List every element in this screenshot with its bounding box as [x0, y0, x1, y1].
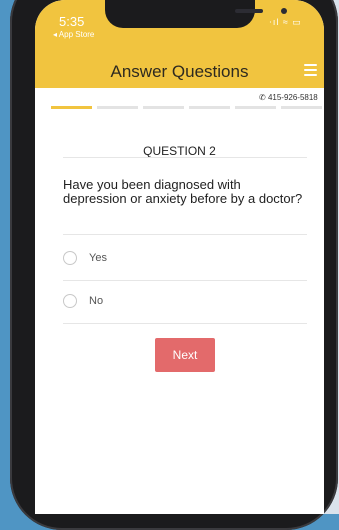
app-header: 5:35 ◂ App Store ⋅ıl ≈ ▭ Answer Question… — [35, 0, 324, 88]
divider — [63, 157, 307, 158]
next-button[interactable]: Next — [155, 338, 215, 372]
status-icons: ⋅ıl ≈ ▭ — [269, 17, 302, 27]
phone-icon: ✆ — [259, 93, 266, 102]
option-no[interactable]: No — [63, 292, 243, 310]
option-yes[interactable]: Yes — [63, 249, 243, 267]
page-title: Answer Questions — [110, 62, 249, 81]
question-text: Have you been diagnosed with depression … — [63, 177, 303, 206]
option-label: Yes — [89, 252, 107, 264]
front-camera — [281, 8, 287, 14]
phone-notch — [105, 0, 287, 28]
divider — [63, 323, 307, 324]
question-number: QUESTION 2 — [143, 144, 216, 158]
progress-bar — [51, 106, 322, 109]
radio-button[interactable] — [63, 251, 77, 265]
progress-segment — [143, 106, 184, 109]
progress-segment — [235, 106, 276, 109]
speaker-grille — [235, 9, 263, 13]
phone-number: 415-926-5818 — [267, 93, 318, 102]
app-screen: 5:35 ◂ App Store ⋅ıl ≈ ▭ Answer Question… — [35, 0, 324, 514]
option-label: No — [89, 295, 104, 307]
progress-segment — [97, 106, 138, 109]
radio-button[interactable] — [63, 294, 77, 308]
progress-segment — [189, 106, 230, 109]
divider — [63, 234, 307, 235]
hamburger-menu-icon[interactable] — [304, 64, 317, 76]
progress-segment — [51, 106, 92, 109]
status-time: 5:35 — [59, 14, 85, 29]
back-to-app-store-link[interactable]: ◂ App Store — [53, 30, 94, 39]
divider — [63, 280, 307, 281]
progress-segment — [281, 106, 322, 109]
contact-phone[interactable]: ✆ 415-926-5818 — [259, 93, 318, 102]
